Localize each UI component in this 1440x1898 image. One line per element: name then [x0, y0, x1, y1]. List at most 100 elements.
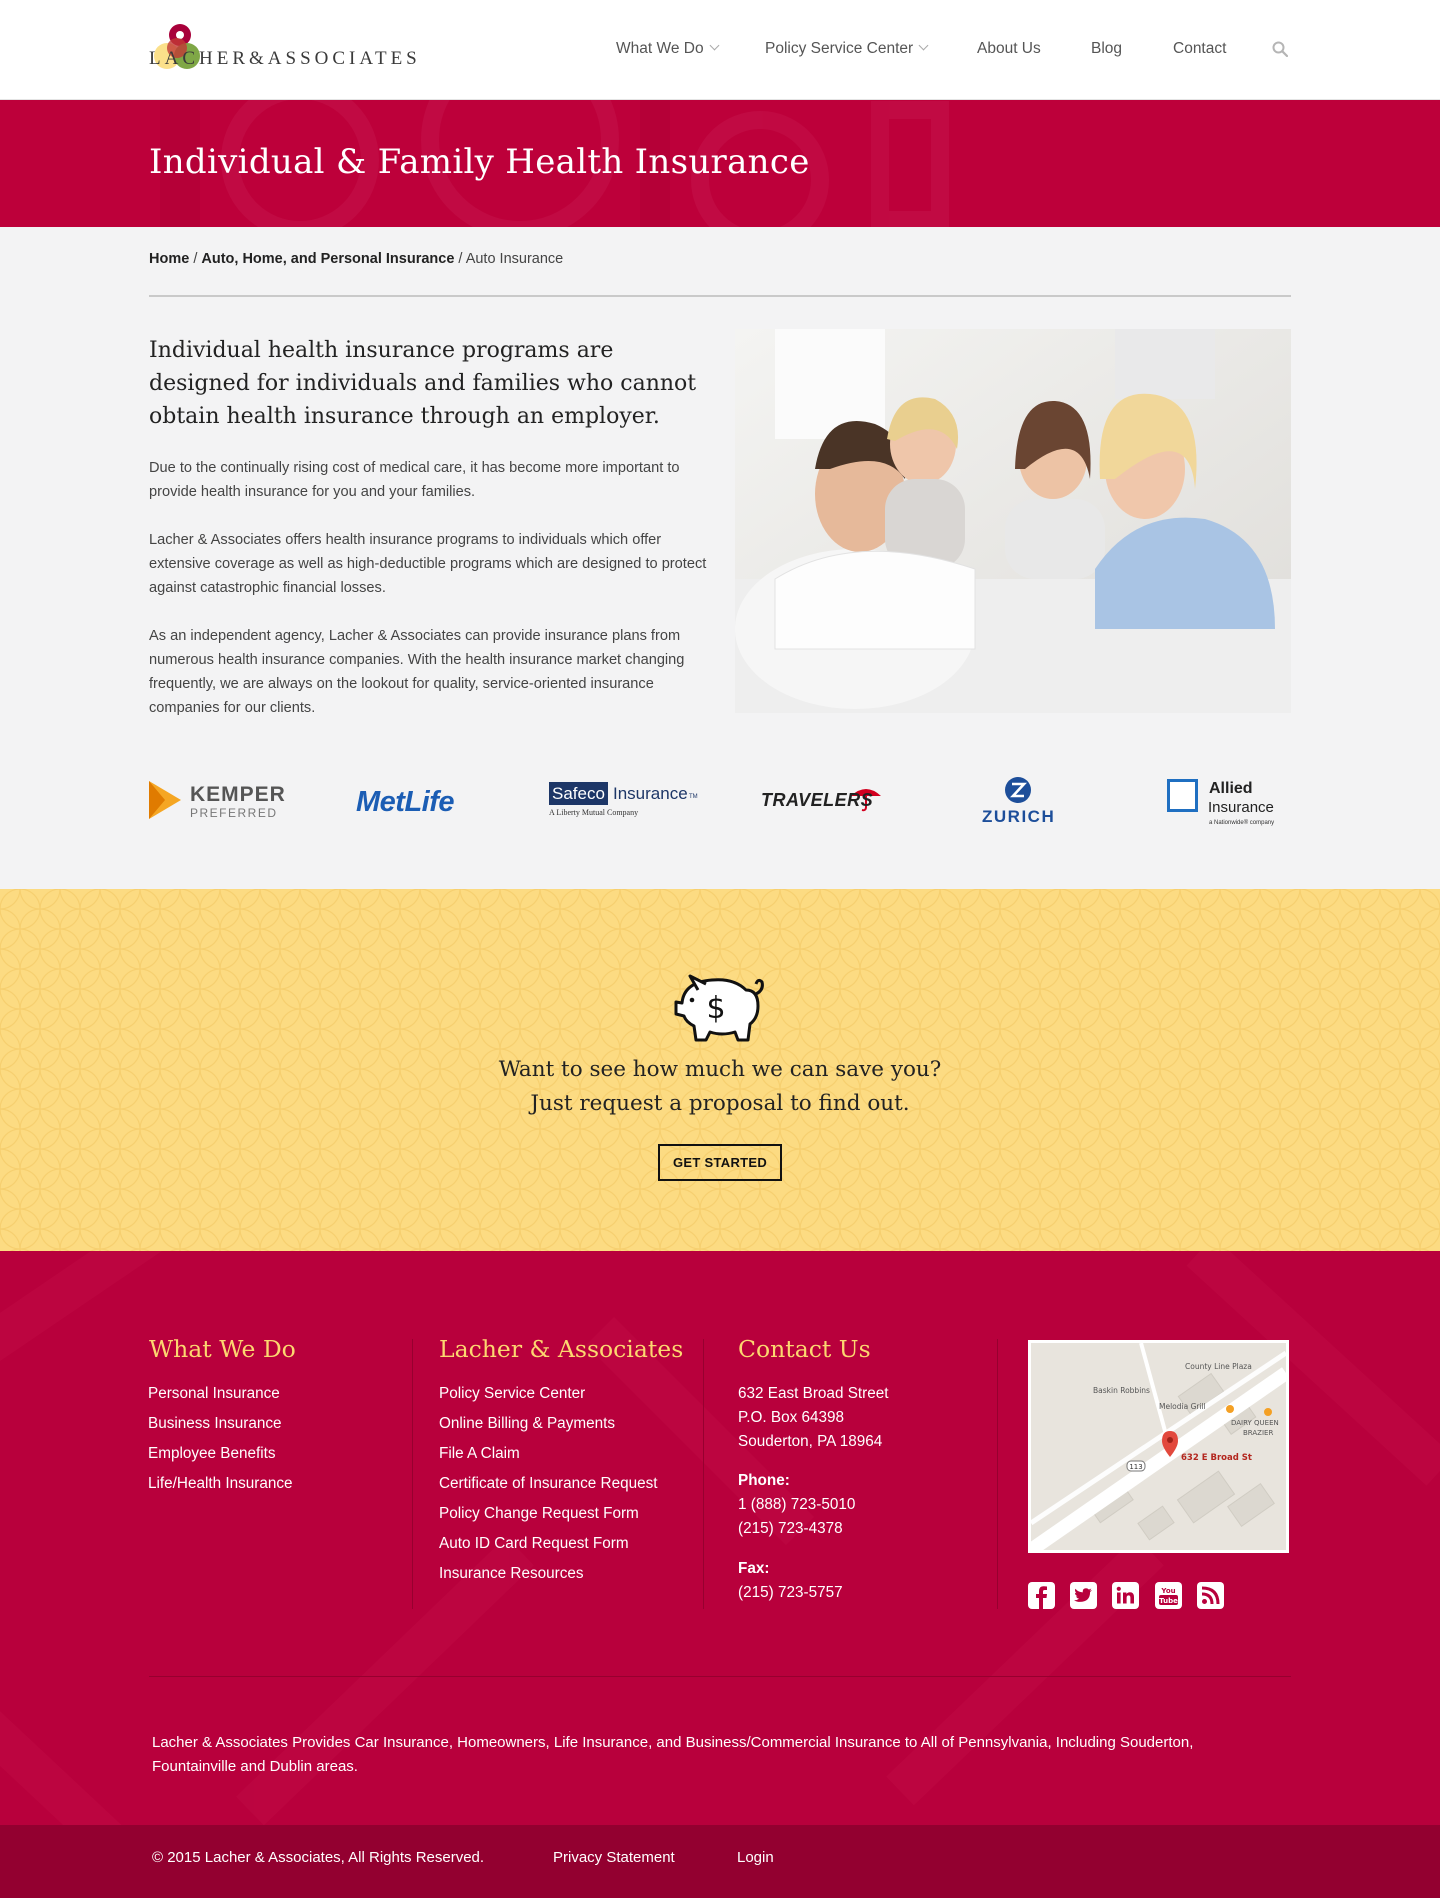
- metlife-logo: MetLife: [356, 772, 486, 828]
- location-map[interactable]: 113 County Line Plaza Baskin Robbins Mel…: [1028, 1340, 1289, 1553]
- footer-rule: [149, 1676, 1291, 1677]
- footer-divider: [703, 1339, 704, 1609]
- allied-name: Allied: [1209, 780, 1253, 797]
- footer-link[interactable]: Certificate of Insurance Request: [439, 1475, 658, 1493]
- nav-policy-service-center[interactable]: Policy Service Center: [765, 40, 929, 58]
- footer-title-what-we-do: What We Do: [149, 1335, 296, 1363]
- footer-link[interactable]: Policy Change Request Form: [439, 1505, 639, 1523]
- get-started-button[interactable]: GET STARTED: [658, 1144, 782, 1181]
- zurich-logo: ZURICH: [978, 772, 1068, 828]
- allied-sub: a Nationwide® company: [1209, 820, 1275, 826]
- search-icon[interactable]: [1272, 41, 1288, 57]
- piggy-bank-icon: $: [674, 974, 764, 1042]
- footer-link[interactable]: Auto ID Card Request Form: [439, 1535, 629, 1553]
- map-pin-label: 632 E Broad St: [1181, 1453, 1252, 1463]
- login-link[interactable]: Login: [737, 1849, 774, 1866]
- cta-section: $ Want to see how much we can save you? …: [0, 889, 1440, 1251]
- intro-paragraph: Due to the continually rising cost of me…: [149, 460, 680, 500]
- safeco-logo: Safeco Insurance TM A Liberty Mutual Com…: [549, 772, 701, 828]
- nav-blog[interactable]: Blog: [1091, 40, 1122, 58]
- footer-link[interactable]: Policy Service Center: [439, 1385, 585, 1403]
- safeco-sub: A Liberty Mutual Company: [549, 808, 639, 817]
- footer-link[interactable]: Employee Benefits: [148, 1445, 276, 1463]
- cta-line-1: Want to see how much we can save you?: [498, 1057, 942, 1082]
- map-label: Baskin Robbins: [1093, 1386, 1150, 1395]
- safeco-tm: TM: [689, 794, 698, 800]
- breadcrumb-current: Auto Insurance: [465, 251, 564, 267]
- zurich-mark-icon: [1005, 777, 1031, 803]
- site-header: LACHER&ASSOCIATES What We Do Policy Serv…: [0, 0, 1440, 100]
- twitter-icon[interactable]: [1070, 1582, 1097, 1609]
- chevron-down-icon: [918, 40, 929, 51]
- footer-link[interactable]: Personal Insurance: [148, 1385, 280, 1403]
- chevron-down-icon: [709, 40, 720, 51]
- facebook-icon[interactable]: [1028, 1582, 1055, 1609]
- main-nav: What We Do Policy Service Center About U…: [0, 40, 1440, 62]
- footer-link[interactable]: File A Claim: [439, 1445, 520, 1463]
- privacy-link[interactable]: Privacy Statement: [553, 1849, 675, 1866]
- family-photo-illustration: [735, 329, 1291, 713]
- linkedin-icon[interactable]: [1112, 1582, 1139, 1609]
- intro-paragraph: Lacher & Associates offers health insura…: [149, 532, 707, 596]
- breadcrumb-home[interactable]: Home: [149, 251, 189, 267]
- zurich-name: ZURICH: [982, 807, 1056, 826]
- phone-number[interactable]: (215) 723-4378: [738, 1520, 843, 1538]
- youtube-you: You: [1160, 1587, 1175, 1595]
- map-label: BRAZIER: [1243, 1429, 1273, 1437]
- svg-text:$: $: [706, 991, 725, 1026]
- kemper-logo: KEMPER PREFERRED: [149, 772, 289, 828]
- rss-icon[interactable]: [1197, 1582, 1224, 1609]
- kemper-mark-icon: [149, 781, 181, 819]
- footer-divider: [997, 1339, 998, 1609]
- nav-label: Policy Service Center: [765, 40, 914, 57]
- map-canvas: 113 County Line Plaza Baskin Robbins Mel…: [1031, 1343, 1286, 1550]
- allied-insurance: Insurance: [1208, 799, 1274, 816]
- travelers-name: TRAVELERS: [761, 790, 874, 810]
- address-line: P.O. Box 64398: [738, 1409, 845, 1426]
- safeco-insurance: Insurance: [613, 784, 688, 803]
- footer-description: Lacher & Associates Provides Car Insuran…: [152, 1734, 1194, 1775]
- family-photo: [735, 329, 1291, 713]
- allied-mark-icon: [1167, 779, 1198, 812]
- footer-bottom-bar: © 2015 Lacher & Associates, All Rights R…: [0, 1825, 1440, 1898]
- copyright: © 2015 Lacher & Associates, All Rights R…: [152, 1849, 485, 1866]
- safeco-name: Safeco: [549, 782, 608, 805]
- footer-link[interactable]: Business Insurance: [148, 1415, 282, 1433]
- fax-number: (215) 723-5757: [738, 1584, 843, 1601]
- youtube-tube: Tube: [1159, 1597, 1178, 1605]
- phone-number[interactable]: 1 (888) 723-5010: [738, 1496, 855, 1514]
- address-line: 632 East Broad Street: [738, 1385, 889, 1402]
- breadcrumb-section[interactable]: Auto, Home, and Personal Insurance: [201, 251, 454, 267]
- footer-link[interactable]: Life/Health Insurance: [148, 1475, 293, 1493]
- nav-label: Blog: [1091, 40, 1123, 57]
- breadcrumb-separator: /: [458, 251, 463, 267]
- nav-label: Contact: [1173, 40, 1227, 57]
- footer-title-contact: Contact Us: [738, 1335, 871, 1363]
- fax-label: Fax:: [738, 1560, 770, 1577]
- divider: [149, 295, 1291, 297]
- nav-contact[interactable]: Contact: [1173, 40, 1226, 58]
- footer-link[interactable]: Insurance Resources: [439, 1565, 584, 1583]
- map-label: DAIRY QUEEN: [1231, 1419, 1279, 1427]
- map-label: County Line Plaza: [1185, 1362, 1252, 1371]
- footer-title-lacher: Lacher & Associates: [439, 1335, 684, 1363]
- footer-divider: [412, 1339, 413, 1609]
- travelers-logo: TRAVELERS: [761, 772, 887, 828]
- nav-what-we-do[interactable]: What We Do: [616, 40, 720, 58]
- nav-label: About Us: [977, 40, 1041, 57]
- page-title: Individual & Family Health Insurance: [149, 142, 810, 182]
- nav-about-us[interactable]: About Us: [977, 40, 1041, 58]
- address-line: Souderton, PA 18964: [738, 1433, 883, 1450]
- youtube-icon[interactable]: You Tube: [1155, 1582, 1182, 1609]
- breadcrumb: Home / Auto, Home, and Personal Insuranc…: [149, 251, 563, 267]
- page-hero: Individual & Family Health Insurance: [0, 100, 1440, 227]
- phone-label: Phone:: [738, 1472, 790, 1489]
- map-label: Melodia Grill: [1159, 1402, 1206, 1411]
- nav-label: What We Do: [616, 40, 704, 57]
- allied-logo: Allied Insurance a Nationwide® company: [1167, 772, 1291, 828]
- kemper-sub: PREFERRED: [190, 806, 278, 820]
- intro-paragraph: As an independent agency, Lacher & Assoc…: [149, 628, 685, 716]
- route-label: 113: [1129, 1463, 1142, 1471]
- metlife-name: MetLife: [356, 786, 455, 818]
- footer-link[interactable]: Online Billing & Payments: [439, 1415, 615, 1433]
